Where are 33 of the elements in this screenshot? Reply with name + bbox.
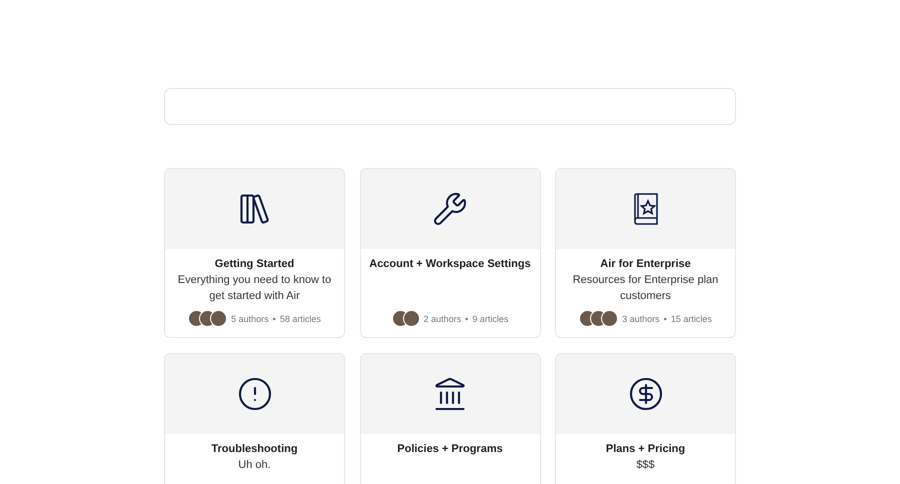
category-title: Account + Workspace Settings (369, 257, 531, 272)
category-title: Troubleshooting (211, 442, 298, 457)
separator-dot: • (664, 314, 667, 324)
category-card[interactable]: Getting Started Everything you need to know to get started with Air 5 authors • 58 articles (164, 168, 345, 338)
category-card[interactable]: Policies + Programs (360, 353, 540, 484)
author-count: 2 authors (424, 314, 462, 324)
category-card[interactable]: Account + Workspace Settings 2 authors • 9 articles (360, 168, 540, 338)
author-count: 5 authors (231, 314, 269, 324)
dollar-icon (628, 376, 664, 412)
separator-dot: • (465, 314, 468, 324)
search-field[interactable] (164, 88, 736, 125)
article-count: 58 articles (280, 314, 321, 324)
category-title: Policies + Programs (397, 442, 503, 457)
article-count: 15 articles (670, 314, 712, 324)
category-card[interactable]: Troubleshooting Uh oh. (164, 353, 345, 484)
category-description: $$$ (636, 458, 655, 473)
author-count: 3 authors (622, 314, 660, 324)
category-title: Plans + Pricing (606, 442, 686, 457)
category-title: Getting Started (214, 257, 294, 272)
category-description: Uh oh. (238, 458, 271, 473)
category-card[interactable]: Plans + Pricing $$$ (555, 353, 736, 484)
article-count: 9 articles (472, 314, 508, 324)
book-star-icon (632, 192, 660, 226)
category-description: Everything you need to know to get started with Air (176, 273, 332, 304)
avatar (402, 310, 420, 327)
avatar (210, 310, 228, 327)
wrench-icon (432, 191, 468, 227)
avatar (601, 310, 618, 327)
separator-dot: • (272, 314, 276, 324)
category-description: Resources for Enterprise plan customers (572, 273, 720, 304)
alert-icon (236, 376, 272, 412)
category-title: Air for Enterprise (600, 257, 691, 272)
category-card[interactable]: Air for Enterprise Resources for Enterprise plan customers 3 authors • 15 articles (555, 168, 736, 338)
